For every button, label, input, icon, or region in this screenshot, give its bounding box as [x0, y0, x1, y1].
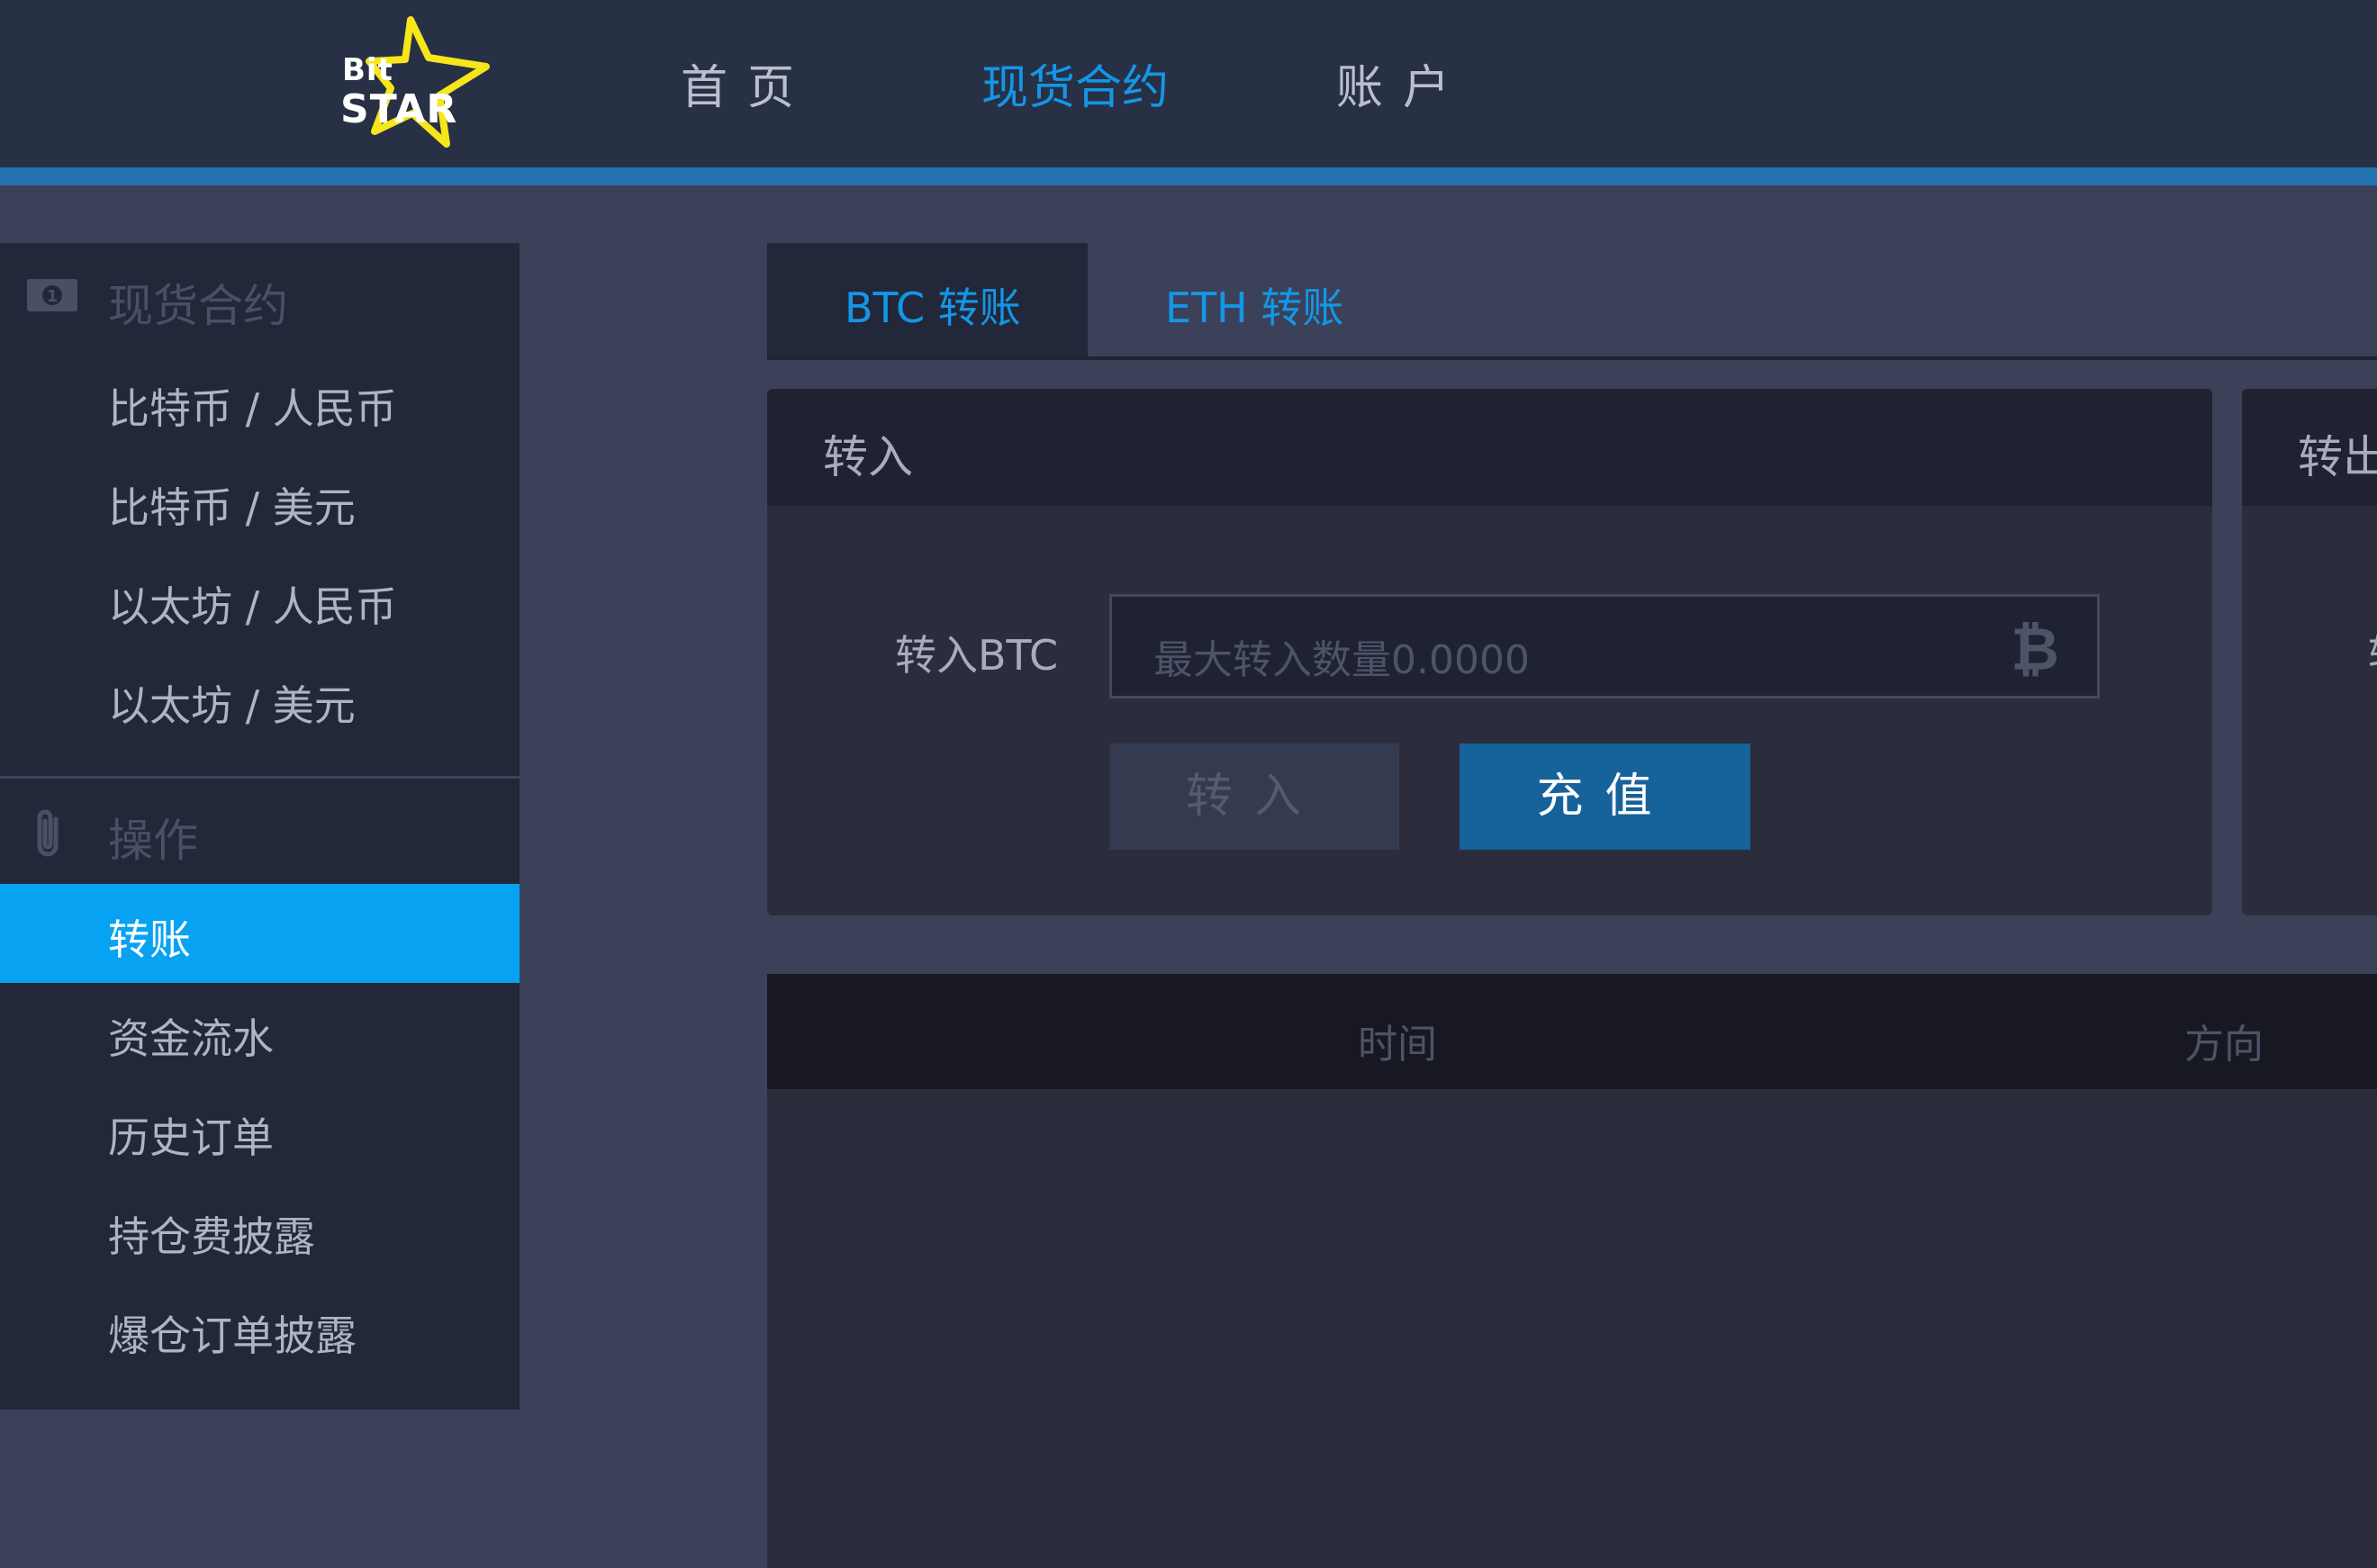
transfer-in-field-label: 转入BTC [895, 631, 1059, 680]
tab-label: BTC 转账 [845, 284, 1021, 332]
tab-btc-transfer[interactable]: BTC 转账 [767, 243, 1088, 358]
sidebar-item-eth-cny[interactable]: 以太坊 / 人民币 [0, 551, 520, 650]
sidebar-item-label: 转账 [108, 915, 191, 964]
sidebar-item-btc-usd[interactable]: 比特币 / 美元 [0, 452, 520, 551]
transfer-in-amount-input[interactable]: 最大转入数量0.0000 ₿ [1109, 594, 2100, 698]
sidebar-section-spot-contract: 1 现货合约 [0, 245, 520, 351]
transfer-out-title: 转出 [2298, 431, 2377, 483]
nav-spot-contract[interactable]: 现货合约 [981, 50, 1169, 117]
transfer-in-header [767, 389, 2212, 506]
sidebar-item-label: 比特币 / 人民币 [108, 384, 397, 433]
transfer-in-button[interactable]: 转入 [1109, 743, 1399, 850]
header-accent-bar [0, 167, 2377, 185]
sidebar-divider [0, 776, 520, 779]
sidebar-item-label: 比特币 / 美元 [108, 483, 356, 532]
paperclip-icon [31, 807, 67, 864]
sidebar-item-transfer[interactable]: 转账 [0, 884, 520, 983]
transfer-out-clip: 转出 转 [2242, 389, 2377, 915]
sidebar-item-holding-fee[interactable]: 持仓费披露 [0, 1181, 520, 1280]
column-header-direction: 方向 [2184, 1022, 2264, 1068]
column-header-time: 时间 [1358, 1022, 1437, 1068]
svg-text:1: 1 [47, 287, 59, 306]
transfer-out-field-label: 转 [2368, 623, 2377, 682]
sidebar-item-eth-usd[interactable]: 以太坊 / 美元 [0, 650, 520, 749]
sidebar-item-label: 持仓费披露 [108, 1212, 315, 1261]
deposit-button[interactable]: 充值 [1460, 743, 1750, 850]
sidebar-item-label: 历史订单 [108, 1113, 274, 1162]
sidebar-item-label: 以太坊 / 人民币 [108, 582, 397, 631]
sidebar-item-label: 爆仓订单披露 [108, 1311, 357, 1360]
sidebar-section-operations: 操作 [0, 779, 520, 886]
records-table-header [767, 974, 2377, 1089]
money-icon: 1 [25, 277, 79, 317]
tab-label: ETH 转账 [1165, 284, 1344, 332]
logo-text-star: STAR [340, 86, 458, 132]
logo-text-bit: Bit [342, 52, 393, 88]
bitcoin-icon: ₿ [2011, 615, 2059, 684]
sidebar-section-title: 操作 [108, 815, 198, 867]
nav-account[interactable]: 账户 [1336, 50, 1469, 117]
tab-eth-transfer[interactable]: ETH 转账 [1088, 243, 1430, 358]
sidebar-item-order-history[interactable]: 历史订单 [0, 1082, 520, 1181]
sidebar-section-title: 现货合约 [108, 280, 288, 332]
nav-home[interactable]: 首页 [681, 50, 814, 117]
sidebar-item-btc-cny[interactable]: 比特币 / 人民币 [0, 353, 520, 452]
sidebar-item-liquidation-orders[interactable]: 爆仓订单披露 [0, 1280, 520, 1379]
input-placeholder: 最大转入数量0.0000 [1153, 637, 1530, 683]
sidebar-item-fund-flow[interactable]: 资金流水 [0, 983, 520, 1082]
tab-underline [767, 356, 2377, 360]
transfer-in-title: 转入 [823, 431, 913, 483]
sidebar-item-label: 资金流水 [108, 1014, 274, 1063]
sidebar-item-label: 以太坊 / 美元 [108, 681, 356, 730]
records-table-body [767, 1089, 2377, 1568]
